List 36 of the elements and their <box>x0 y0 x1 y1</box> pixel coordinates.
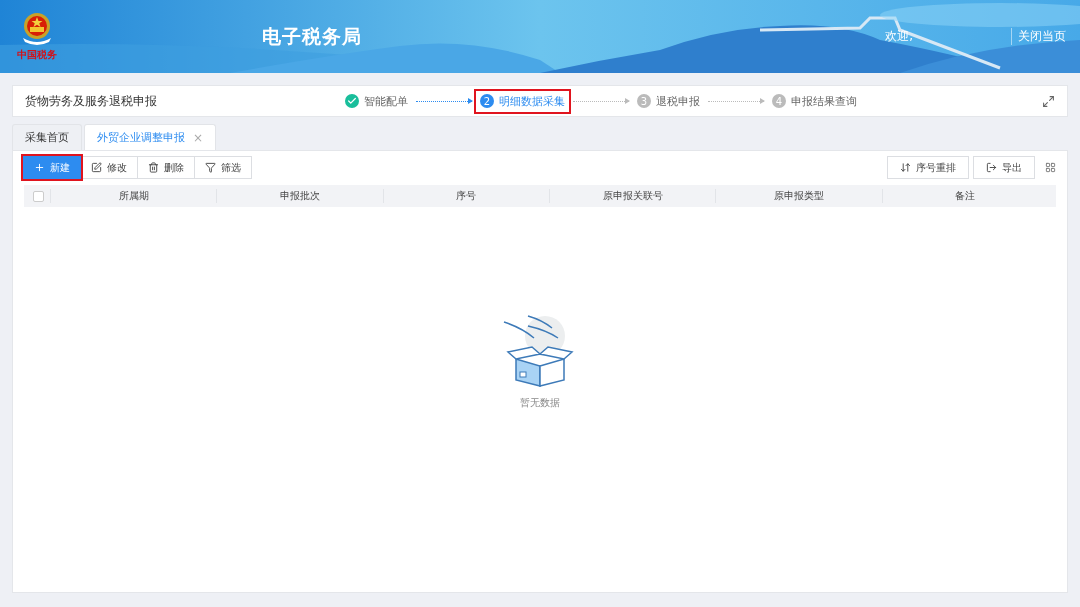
add-button[interactable]: 新建 <box>23 156 81 179</box>
select-all-checkbox[interactable] <box>33 190 44 202</box>
columns-icon[interactable] <box>1045 162 1056 173</box>
step[interactable]: 2 明细数据采集 <box>474 88 571 114</box>
sort-icon <box>900 162 911 173</box>
sort-button[interactable]: 序号重排 <box>887 156 969 179</box>
column-header: 所属期 <box>50 189 217 203</box>
filter-button[interactable]: 筛选 <box>194 156 252 179</box>
export-button[interactable]: 导出 <box>973 156 1035 179</box>
column-header: 序号 <box>382 189 549 203</box>
step-number: 2 <box>480 94 494 108</box>
plus-icon <box>34 162 45 173</box>
check-icon <box>345 94 359 108</box>
page-title: 货物劳务及服务退税申报 <box>25 92 158 110</box>
delete-button[interactable]: 删除 <box>137 156 195 179</box>
fullscreen-icon[interactable] <box>1042 94 1055 108</box>
column-header: 申报批次 <box>216 189 383 203</box>
trash-icon <box>148 162 159 173</box>
column-header: 原申报类型 <box>715 189 882 203</box>
site-title: 电子税务局 <box>262 23 362 49</box>
logo-text: 中国税务 <box>17 47 57 62</box>
empty-text: 暂无数据 <box>520 395 560 410</box>
step[interactable]: 3 退税申报 <box>631 88 706 114</box>
step-number: 4 <box>772 94 786 108</box>
column-header: 备注 <box>881 189 1048 203</box>
welcome-text: 欢迎, <box>885 28 913 45</box>
column-header: 原申报关联号 <box>549 189 716 203</box>
step-number: 3 <box>637 94 651 108</box>
exit-icon <box>986 162 997 173</box>
edit-button[interactable]: 修改 <box>80 156 138 179</box>
step[interactable]: 智能配单 <box>339 88 414 114</box>
funnel-icon <box>205 162 216 173</box>
step[interactable]: 4 申报结果查询 <box>766 88 863 114</box>
tab[interactable]: 外贸企业调整申报 × <box>84 124 217 150</box>
tab[interactable]: 采集首页 <box>12 124 82 150</box>
pencil-icon <box>91 162 102 173</box>
